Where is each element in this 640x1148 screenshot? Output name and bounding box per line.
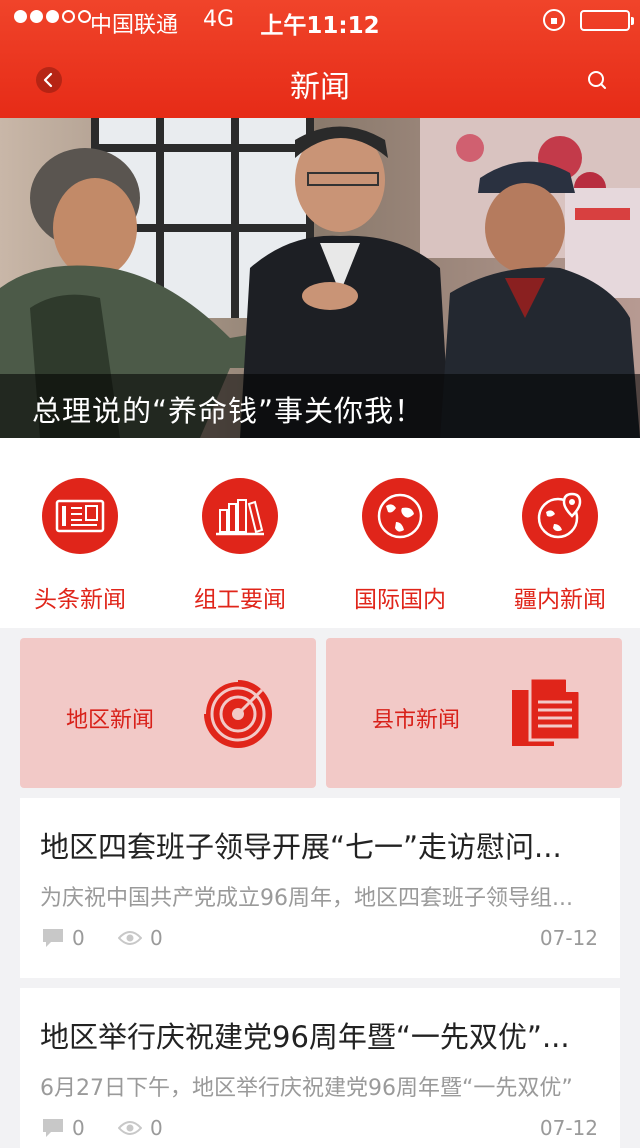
news-date: 07-12	[539, 926, 598, 950]
rotation-lock-icon	[543, 9, 565, 31]
category-label: 国际国内	[354, 587, 446, 613]
page-title: 新闻	[290, 70, 350, 105]
news-summary: 6月27日下午，地区举行庆祝建党96周年暨“一先双优”	[40, 1076, 573, 1101]
comment-count-value: 0	[72, 1116, 85, 1140]
map-pin-globe-icon	[537, 492, 582, 539]
eye-icon	[118, 1121, 142, 1135]
news-list-item[interactable]: 地区四套班子领导开展“七一”走访慰问... 为庆祝中国共产党成立96周年，地区四…	[20, 798, 620, 978]
view-count: 0	[118, 926, 163, 950]
category-icon-circle	[522, 478, 598, 554]
county-news-label: 县市新闻	[372, 708, 461, 733]
banner-caption: 总理说的“养命钱”事关你我！	[0, 374, 640, 438]
county-news-card[interactable]: 县市新闻	[326, 638, 622, 788]
comment-count-value: 0	[72, 926, 85, 950]
documents-icon	[512, 676, 582, 746]
banner[interactable]: 总理说的“养命钱”事关你我！	[0, 118, 640, 438]
category-xinjiang[interactable]: 疆内新闻	[480, 478, 640, 614]
category-label: 疆内新闻	[514, 587, 606, 613]
search-button[interactable]	[584, 67, 610, 93]
category-bar: 头条新闻 组工要闻 国际国内 疆内新闻	[0, 438, 640, 628]
newspaper-icon	[55, 499, 105, 533]
region-news-label: 地区新闻	[66, 708, 155, 733]
news-title: 地区四套班子领导开展“七一”走访慰问...	[40, 830, 562, 864]
category-icon-circle	[362, 478, 438, 554]
top-header: 中国联通 4G 上午11:12 新闻	[0, 0, 640, 118]
comment-count: 0	[42, 926, 85, 950]
search-icon	[588, 71, 606, 89]
category-icon-circle	[42, 478, 118, 554]
category-org-news[interactable]: 组工要闻	[160, 478, 320, 614]
view-count: 0	[118, 1116, 163, 1140]
books-icon	[216, 499, 264, 536]
comment-icon	[43, 929, 63, 947]
category-headlines[interactable]: 头条新闻	[0, 478, 160, 614]
nav-bar: 新闻	[0, 40, 640, 118]
news-title: 地区举行庆祝建党96周年暨“一先双优”...	[40, 1020, 570, 1054]
radar-icon	[202, 678, 272, 748]
comment-count: 0	[42, 1116, 85, 1140]
news-list-item[interactable]: 地区举行庆祝建党96周年暨“一先双优”... 6月27日下午，地区举行庆祝建党9…	[20, 988, 620, 1148]
news-summary: 为庆祝中国共产党成立96周年，地区四套班子领导组...	[40, 886, 573, 911]
news-date: 07-12	[539, 1116, 598, 1140]
globe-icon	[377, 493, 423, 539]
status-bar: 中国联通 4G 上午11:12	[0, 0, 640, 40]
category-icon-circle	[202, 478, 278, 554]
comment-icon	[43, 1119, 63, 1137]
category-label: 头条新闻	[34, 587, 126, 613]
view-count-value: 0	[150, 926, 163, 950]
view-count-value: 0	[150, 1116, 163, 1140]
region-news-card[interactable]: 地区新闻	[20, 638, 316, 788]
battery-icon	[580, 10, 634, 31]
eye-icon	[118, 931, 142, 945]
category-international[interactable]: 国际国内	[320, 478, 480, 614]
category-label: 组工要闻	[194, 587, 286, 613]
